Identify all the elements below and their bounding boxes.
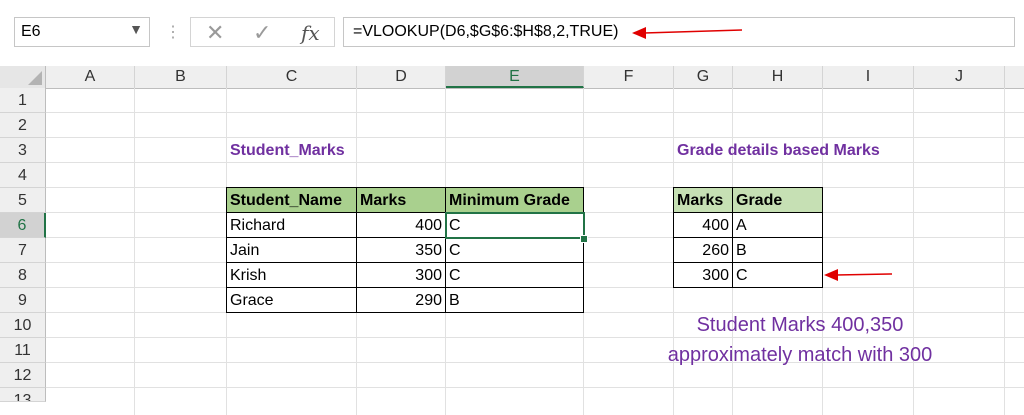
grade-marks-cell[interactable]: 400 xyxy=(673,212,733,238)
row-header-10[interactable]: 10 xyxy=(0,313,46,338)
row-header-12[interactable]: 12 xyxy=(0,363,46,388)
grade-letter-cell[interactable]: B xyxy=(732,237,823,263)
grade-letter-cell[interactable]: A xyxy=(732,212,823,238)
header-student-name[interactable]: Student_Name xyxy=(226,187,357,213)
student-name-cell[interactable]: Jain xyxy=(226,237,357,263)
column-header-g[interactable]: G xyxy=(674,66,733,88)
student-grade-cell[interactable]: C xyxy=(445,237,584,263)
student-name-cell[interactable]: Richard xyxy=(226,212,357,238)
student-name-cell[interactable]: Grace xyxy=(226,287,357,313)
student-grade-cell[interactable]: B xyxy=(445,287,584,313)
formula-bar-area: E6 ▼ ⋮ ✕ ✓ fx =VLOOKUP(D6,$G$6:$H$8,2,TR… xyxy=(0,0,1024,66)
column-header-k[interactable] xyxy=(1005,66,1024,88)
student-marks-cell[interactable]: 350 xyxy=(356,237,446,263)
student-marks-cell[interactable]: 300 xyxy=(356,262,446,288)
row-header-1[interactable]: 1 xyxy=(0,88,46,113)
column-header-b[interactable]: B xyxy=(135,66,227,88)
insert-function-icon[interactable]: fx xyxy=(301,21,320,45)
select-all-button[interactable] xyxy=(0,66,46,88)
row-header-2[interactable]: 2 xyxy=(0,113,46,138)
student-grade-cell[interactable]: C xyxy=(445,262,584,288)
column-header-a[interactable]: A xyxy=(46,66,135,88)
name-box[interactable]: E6 ▼ xyxy=(14,17,150,47)
column-headers: A B C D E F G H I J xyxy=(0,66,1024,89)
student-table-title[interactable]: Student_Marks xyxy=(227,138,427,163)
column-header-d[interactable]: D xyxy=(357,66,446,88)
grade-marks-cell[interactable]: 260 xyxy=(673,237,733,263)
grade-marks-cell[interactable]: 300 xyxy=(673,262,733,288)
student-marks-cell[interactable]: 290 xyxy=(356,287,446,313)
grade-table-title[interactable]: Grade details based Marks xyxy=(674,138,934,163)
row-header-6[interactable]: 6 xyxy=(0,213,46,238)
header-grade[interactable]: Grade xyxy=(732,187,823,213)
name-box-value: E6 xyxy=(21,23,41,40)
chevron-down-icon[interactable]: ▼ xyxy=(129,21,143,37)
cancel-icon[interactable]: ✕ xyxy=(206,20,224,46)
red-arrow-icon xyxy=(824,269,893,281)
column-header-e[interactable]: E xyxy=(446,66,584,88)
annotation-line-1: Student Marks 400,350 xyxy=(696,314,904,336)
drag-handle-icon[interactable]: ⋮ xyxy=(165,22,181,42)
student-marks-cell[interactable]: 400 xyxy=(356,212,446,238)
red-arrow-icon xyxy=(632,27,743,39)
header-minimum-grade[interactable]: Minimum Grade xyxy=(445,187,584,213)
row-header-5[interactable]: 5 xyxy=(0,188,46,213)
column-header-j[interactable]: J xyxy=(914,66,1005,88)
header-grade-marks[interactable]: Marks xyxy=(673,187,733,213)
row-header-3[interactable]: 3 xyxy=(0,138,46,163)
annotation-line-2: approximately match with 300 xyxy=(667,344,933,366)
formula-text: =VLOOKUP(D6,$G$6:$H$8,2,TRUE) xyxy=(353,23,619,40)
fill-handle[interactable] xyxy=(580,235,588,243)
row-header-7[interactable]: 7 xyxy=(0,238,46,263)
enter-check-icon[interactable]: ✓ xyxy=(253,20,271,46)
formula-actions: ✕ ✓ fx xyxy=(190,17,335,47)
column-header-h[interactable]: H xyxy=(733,66,823,88)
active-cell-selection[interactable] xyxy=(445,212,585,239)
row-header-13[interactable]: 13 xyxy=(0,388,46,402)
worksheet-grid[interactable]: A B C D E F G H I J 1 2 3 4 5 6 7 8 9 10… xyxy=(0,66,1024,415)
student-name-cell[interactable]: Krish xyxy=(226,262,357,288)
row-header-8[interactable]: 8 xyxy=(0,263,46,288)
column-header-i[interactable]: I xyxy=(823,66,914,88)
column-header-c[interactable]: C xyxy=(227,66,357,88)
column-header-f[interactable]: F xyxy=(584,66,674,88)
header-marks[interactable]: Marks xyxy=(356,187,446,213)
row-header-9[interactable]: 9 xyxy=(0,288,46,313)
grade-letter-cell[interactable]: C xyxy=(732,262,823,288)
row-header-11[interactable]: 11 xyxy=(0,338,46,363)
row-header-4[interactable]: 4 xyxy=(0,163,46,188)
